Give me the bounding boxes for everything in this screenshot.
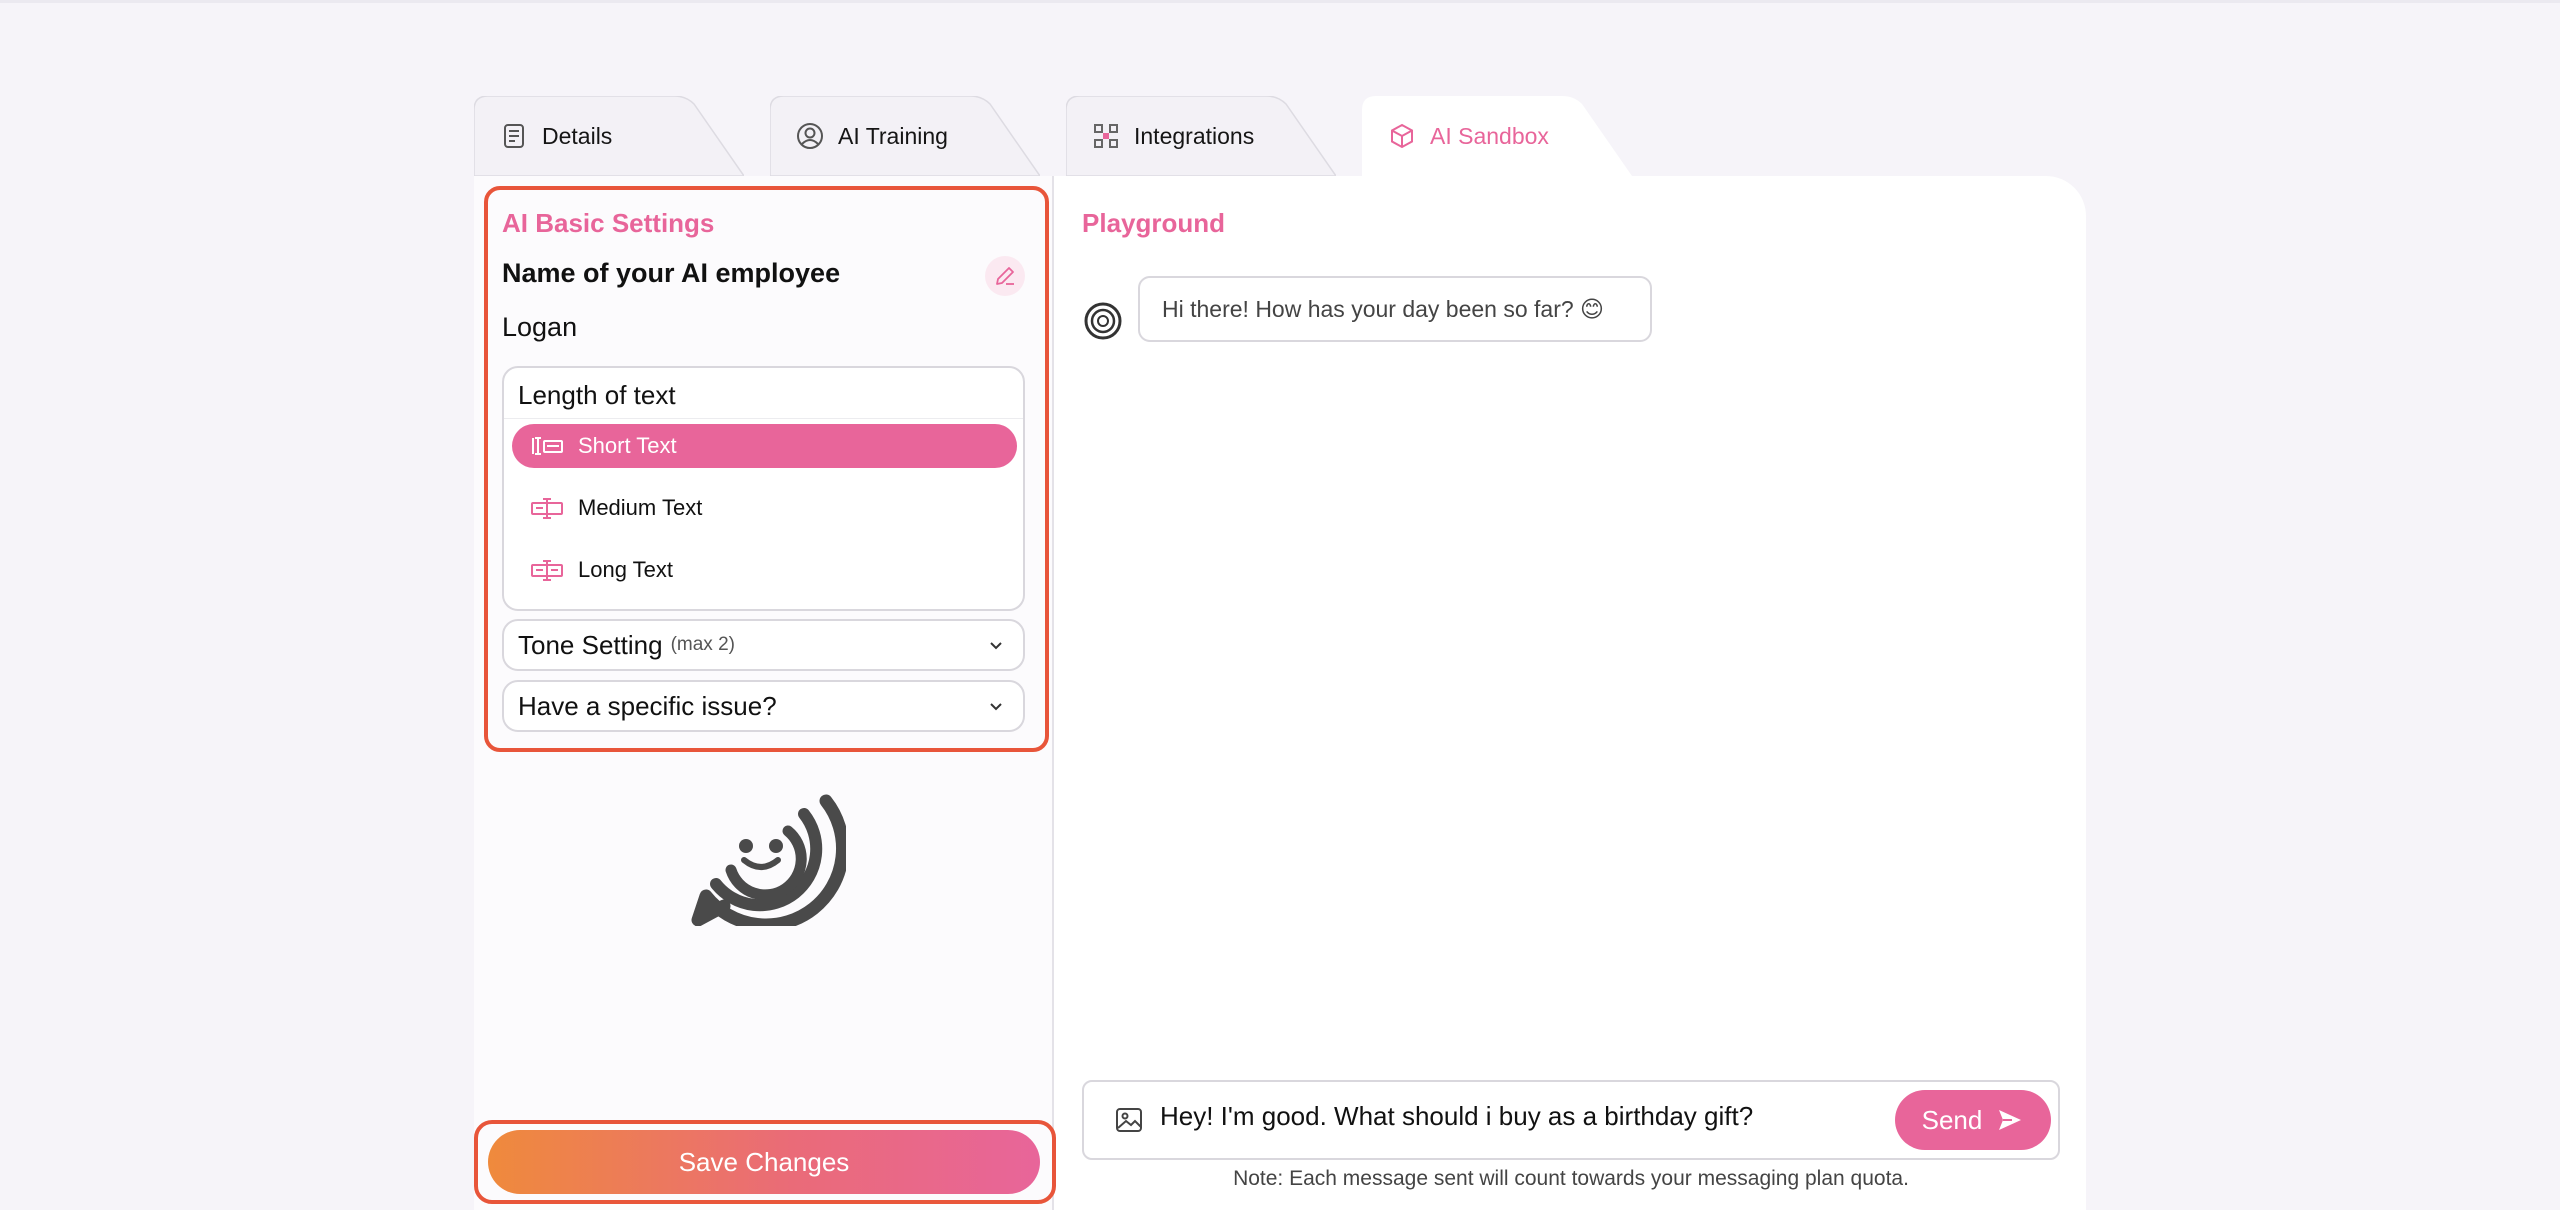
tab-integrations-label: Integrations: [1134, 122, 1255, 149]
integrations-icon: [1094, 124, 1118, 148]
text-length-icon: [531, 560, 563, 581]
text-length-icon: [531, 498, 563, 519]
tab-integrations[interactable]: Integrations: [1066, 96, 1336, 176]
cube-icon: [1391, 123, 1413, 149]
option-label: Short Text: [578, 433, 677, 458]
specific-issue-dropdown[interactable]: Have a specific issue?: [502, 680, 1025, 732]
image-upload-icon[interactable]: [1114, 1105, 1144, 1135]
top-border: [0, 0, 2560, 3]
save-changes-button[interactable]: Save Changes: [488, 1130, 1040, 1194]
tab-ai-training-label: AI Training: [838, 122, 948, 149]
chevron-down-icon: [990, 703, 1002, 711]
details-icon: [504, 124, 524, 148]
user-circle-icon: [797, 123, 823, 149]
option-label: Long Text: [578, 557, 674, 582]
specific-issue-label: Have a specific issue?: [518, 690, 777, 721]
settings-title: AI Basic Settings: [502, 208, 715, 238]
name-label: Name of your AI employee: [502, 258, 841, 288]
divider: [504, 418, 1023, 419]
edit-name-button[interactable]: [985, 256, 1025, 296]
text-length-selector: Length of text Short Text Medium Text Lo…: [502, 366, 1025, 611]
quota-note: Note: Each message sent will count towar…: [1233, 1167, 1909, 1190]
bot-avatar: [1084, 302, 1122, 340]
pencil-icon: [996, 267, 1014, 285]
tone-setting-hint: (max 2): [670, 634, 735, 655]
text-length-icon: [532, 437, 563, 455]
message-input[interactable]: Hey! I'm good. What should i buy as a bi…: [1160, 1101, 1880, 1132]
tab-details-label: Details: [542, 122, 613, 149]
option-long-text[interactable]: Long Text: [512, 548, 1017, 592]
bot-message: Hi there! How has your day been so far? …: [1138, 276, 1652, 342]
chevron-down-icon: [990, 642, 1002, 650]
tab-ai-training[interactable]: AI Training: [770, 96, 1040, 176]
name-value: Logan: [502, 312, 578, 342]
tab-ai-sandbox[interactable]: AI Sandbox: [1362, 96, 1632, 176]
tab-ai-sandbox-label: AI Sandbox: [1430, 122, 1549, 149]
option-label: Medium Text: [578, 495, 703, 520]
tab-details[interactable]: Details: [474, 96, 744, 176]
tone-setting-label: Tone Setting: [518, 629, 663, 660]
tone-setting-dropdown[interactable]: Tone Setting (max 2): [502, 619, 1025, 671]
option-medium-text[interactable]: Medium Text: [512, 486, 1017, 530]
send-label: Send: [1921, 1104, 1983, 1135]
playground-title: Playground: [1082, 208, 1226, 238]
send-button[interactable]: Send: [1895, 1090, 2051, 1150]
option-short-text[interactable]: Short Text: [512, 424, 1017, 468]
send-icon: [1999, 1110, 2022, 1130]
brand-logo-icon: [691, 794, 846, 926]
tab-bar: Details AI Training Integrations AI Sand…: [474, 96, 1674, 176]
text-length-title: Length of text: [518, 380, 676, 410]
